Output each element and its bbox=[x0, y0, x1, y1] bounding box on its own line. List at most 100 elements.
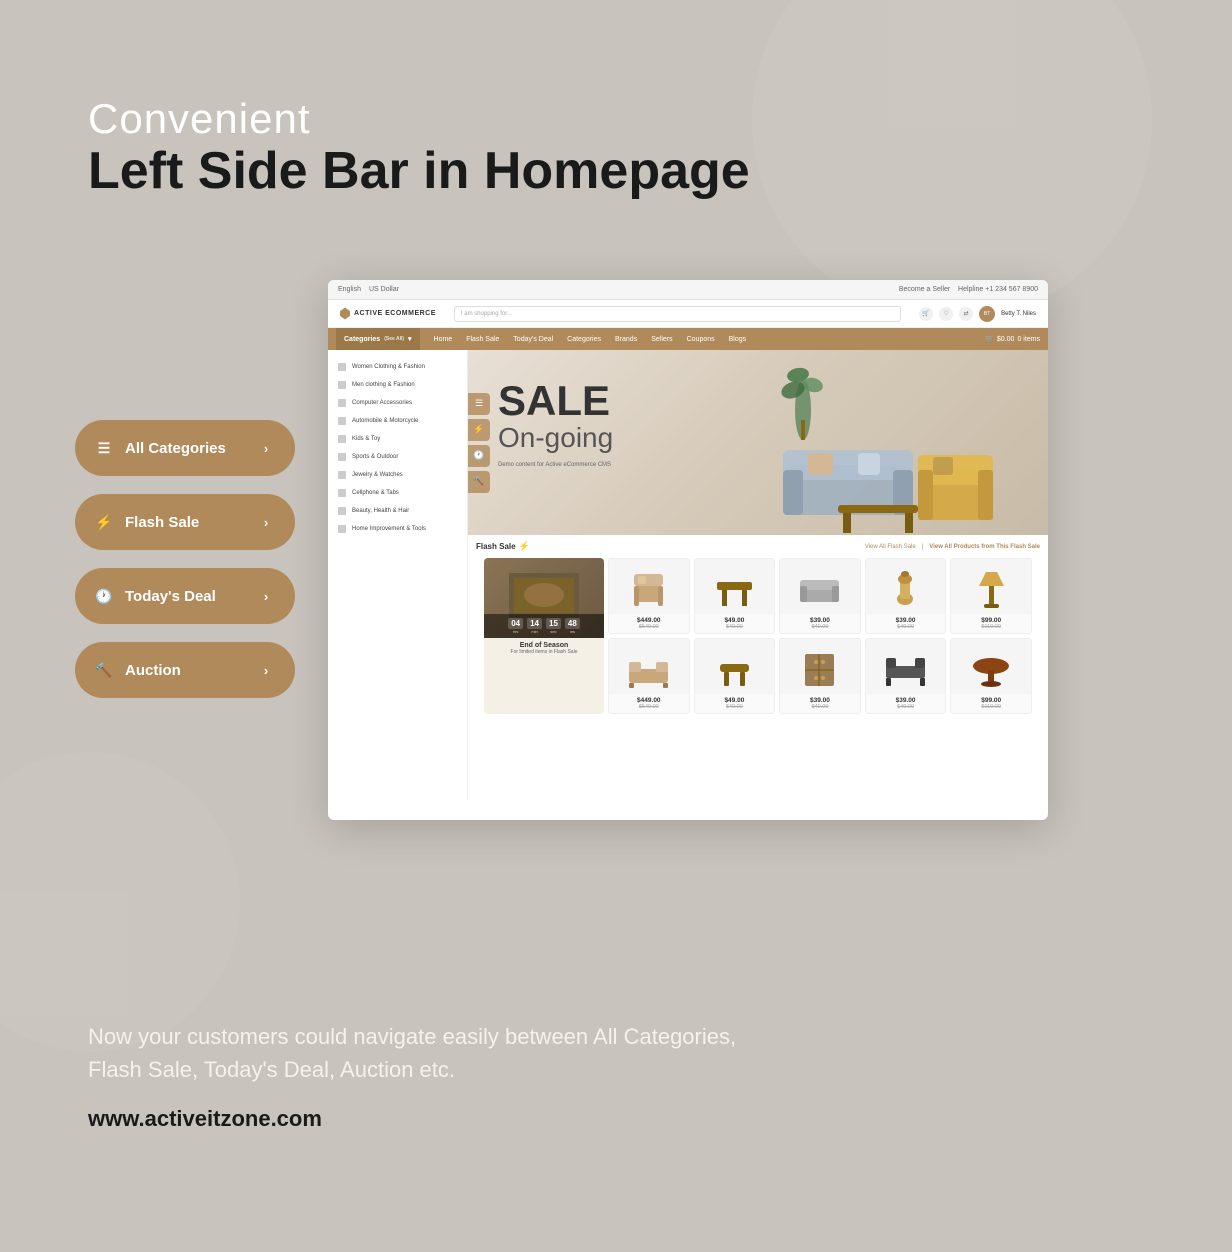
cat-computer[interactable]: Computer Accessories bbox=[328, 394, 467, 412]
product-vase[interactable]: $39.00 $49.00 bbox=[865, 558, 947, 634]
products-area: 04 hrs 14 min 15 sec bbox=[476, 558, 1040, 714]
browser-menubar: Categories (See All) ▾ Home Flash Sale T… bbox=[328, 328, 1048, 350]
user-name[interactable]: Betty T. Niles bbox=[1001, 311, 1036, 317]
cat-men[interactable]: Men clothing & Fashion bbox=[328, 376, 467, 394]
float-flash-icon[interactable]: ⚡ bbox=[468, 419, 490, 441]
menu-home[interactable]: Home bbox=[434, 336, 453, 343]
product-roundtable[interactable]: $99.00 $119.00 bbox=[950, 638, 1032, 714]
main-content: ☰ ⚡ 🕐 🔨 SALE On-going Demo content for A… bbox=[468, 350, 1048, 800]
bg-circle-2 bbox=[0, 752, 240, 1052]
timer-ms: 48 ms bbox=[565, 618, 580, 634]
cat-label: Sports & Outdoor bbox=[352, 454, 398, 460]
menu-sellers[interactable]: Sellers bbox=[651, 336, 672, 343]
categories-dropdown[interactable]: Categories (See All) ▾ bbox=[336, 328, 420, 350]
product-prices: $49.00 $49.00 bbox=[695, 614, 775, 633]
cat-sports[interactable]: Sports & Outdoor bbox=[328, 448, 467, 466]
helpline-text: Helpline +1 234 567 8900 bbox=[958, 286, 1038, 293]
menu-categories[interactable]: Categories bbox=[567, 336, 601, 343]
product-bed[interactable]: $449.00 $549.00 bbox=[608, 638, 690, 714]
cart-total[interactable]: 🛒 $0.00 0 items bbox=[985, 335, 1040, 343]
timer-card-subtitle: For limited items in Flash Sale bbox=[488, 649, 600, 655]
user-avatar[interactable]: BT bbox=[979, 306, 995, 322]
flash-sale-button[interactable]: ⚡ Flash Sale › bbox=[75, 494, 295, 550]
menu-blogs[interactable]: Blogs bbox=[729, 336, 747, 343]
cat-label: Computer Accessories bbox=[352, 400, 412, 406]
current-price: $99.00 bbox=[955, 697, 1027, 704]
browser-screenshot: English US Dollar Become a Seller Helpli… bbox=[328, 280, 1048, 820]
menu-coupons[interactable]: Coupons bbox=[687, 336, 715, 343]
search-placeholder: I am shopping for... bbox=[461, 311, 512, 317]
product-bedframe[interactable]: $39.00 $49.00 bbox=[865, 638, 947, 714]
product-lamp[interactable]: $99.00 $119.00 bbox=[950, 558, 1032, 634]
float-hammer-icon[interactable]: 🔨 bbox=[468, 471, 490, 493]
float-clock-icon[interactable]: 🕐 bbox=[468, 445, 490, 467]
view-products-link[interactable]: View All Products from This Flash Sale bbox=[929, 544, 1040, 550]
all-categories-button[interactable]: ☰ All Categories › bbox=[75, 420, 295, 476]
flash-links: View All Flash Sale | View All Products … bbox=[865, 544, 1040, 550]
cat-label: Beauty, Health & Hair bbox=[352, 508, 409, 514]
product-image bbox=[866, 559, 946, 614]
flash-icon: ⚡ bbox=[93, 511, 115, 533]
cat-beauty[interactable]: Beauty, Health & Hair bbox=[328, 502, 467, 520]
hammer-icon: 🔨 bbox=[93, 659, 115, 681]
cat-home[interactable]: Home Improvement & Tools bbox=[328, 520, 467, 538]
cat-icon bbox=[338, 471, 346, 479]
menu-todays-deal[interactable]: Today's Deal bbox=[513, 336, 553, 343]
original-price: $119.00 bbox=[955, 624, 1027, 630]
cat-women[interactable]: Women Clothing & Fashion bbox=[328, 358, 467, 376]
product-image bbox=[951, 639, 1031, 694]
banner-furniture bbox=[778, 375, 1038, 535]
cat-icon bbox=[338, 525, 346, 533]
current-price: $39.00 bbox=[784, 697, 856, 704]
banner-text: SALE On-going Demo content for Active eC… bbox=[498, 380, 613, 468]
flash-sale-section: Flash Sale ⚡ View All Flash Sale | View … bbox=[468, 535, 1048, 720]
auction-button[interactable]: 🔨 Auction › bbox=[75, 642, 295, 698]
separator: | bbox=[922, 544, 924, 550]
original-price: $49.00 bbox=[784, 704, 856, 710]
product-image bbox=[609, 559, 689, 614]
current-price: $39.00 bbox=[784, 617, 856, 624]
chevron-right-icon-2: › bbox=[255, 511, 277, 533]
logo[interactable]: ACTIVE ECOMMERCE bbox=[340, 308, 436, 320]
view-all-link[interactable]: View All Flash Sale bbox=[865, 544, 916, 550]
product-cabinet[interactable]: $39.00 $49.00 bbox=[779, 638, 861, 714]
hero-banner: ☰ ⚡ 🕐 🔨 SALE On-going Demo content for A… bbox=[468, 350, 1048, 535]
product-prices: $99.00 $119.00 bbox=[951, 694, 1031, 713]
float-menu-icon[interactable]: ☰ bbox=[468, 393, 490, 415]
menu-brands[interactable]: Brands bbox=[615, 336, 637, 343]
cat-kids[interactable]: Kids & Toy bbox=[328, 430, 467, 448]
product-prices: $49.00 $49.00 bbox=[695, 694, 775, 713]
currency-selector[interactable]: US Dollar bbox=[369, 286, 399, 293]
todays-deal-button[interactable]: 🕐 Today's Deal › bbox=[75, 568, 295, 624]
cart-icon[interactable]: 🛒 bbox=[919, 307, 933, 321]
product-table[interactable]: $49.00 $49.00 bbox=[694, 558, 776, 634]
categories-label: Categories bbox=[344, 336, 380, 343]
menu-flash-sale[interactable]: Flash Sale bbox=[466, 336, 499, 343]
product-stool[interactable]: $49.00 $49.00 bbox=[694, 638, 776, 714]
current-price: $39.00 bbox=[870, 697, 942, 704]
browser-nav: ACTIVE ECOMMERCE I am shopping for... 🛒 … bbox=[328, 300, 1048, 328]
original-price: $49.00 bbox=[699, 624, 771, 630]
original-price: $49.00 bbox=[784, 624, 856, 630]
wishlist-icon[interactable]: ♡ bbox=[939, 307, 953, 321]
cat-auto[interactable]: Automobile & Motorcycle bbox=[328, 412, 467, 430]
chevron-right-icon: › bbox=[255, 437, 277, 459]
minutes-label: min bbox=[531, 629, 537, 634]
language-selector[interactable]: English bbox=[338, 286, 361, 293]
product-image bbox=[951, 559, 1031, 614]
cat-icon bbox=[338, 381, 346, 389]
cat-jewelry[interactable]: Jewelry & Watches bbox=[328, 466, 467, 484]
compare-icon[interactable]: ⇄ bbox=[959, 307, 973, 321]
browser-main: Women Clothing & Fashion Men clothing & … bbox=[328, 350, 1048, 800]
all-categories-label: All Categories bbox=[125, 440, 255, 457]
seller-link[interactable]: Become a Seller bbox=[899, 286, 950, 293]
banner-ongoing-text: On-going bbox=[498, 422, 613, 454]
website-url[interactable]: www.activeitzone.com bbox=[88, 1106, 1144, 1132]
search-bar[interactable]: I am shopping for... bbox=[454, 306, 901, 322]
cat-cellphone[interactable]: Cellphone & Tabs bbox=[328, 484, 467, 502]
original-price: $49.00 bbox=[870, 624, 942, 630]
product-sofa[interactable]: $39.00 $49.00 bbox=[779, 558, 861, 634]
product-chair[interactable]: $449.00 $549.00 bbox=[608, 558, 690, 634]
cat-label: Automobile & Motorcycle bbox=[352, 418, 418, 424]
product-prices: $39.00 $49.00 bbox=[866, 694, 946, 713]
